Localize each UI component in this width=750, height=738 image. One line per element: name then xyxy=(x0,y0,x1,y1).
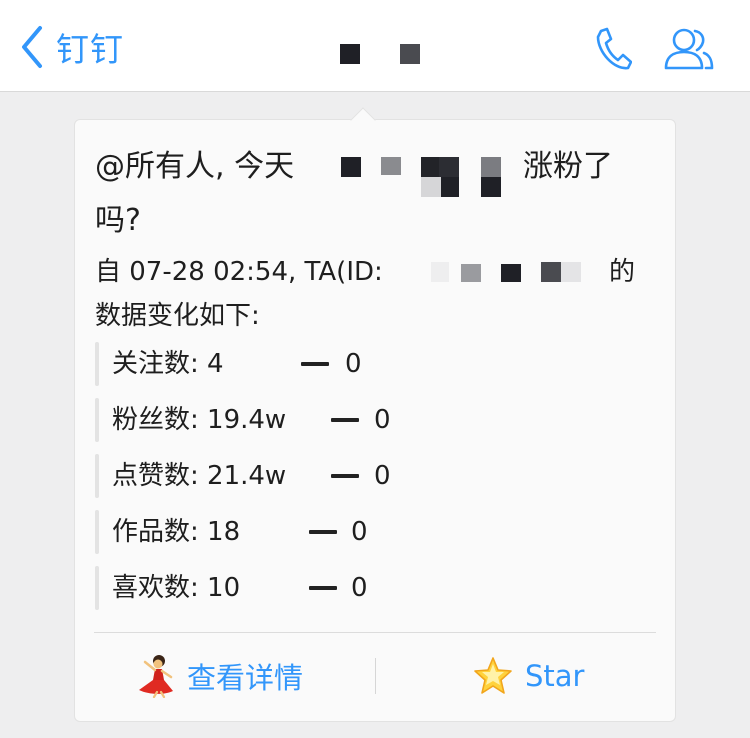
card-arrow xyxy=(350,107,376,133)
stat-label: 点赞数: 21.4w xyxy=(112,461,287,491)
stat-bar xyxy=(95,398,99,442)
back-label: 钉钉 xyxy=(56,30,124,69)
stat-bar xyxy=(95,342,99,386)
stat-row: 粉丝数: 19.4w 0 xyxy=(95,398,655,442)
stat-bar xyxy=(95,510,99,554)
nav-bar: 钉钉 xyxy=(0,0,750,92)
action-divider xyxy=(375,658,376,694)
chat-title-redacted xyxy=(340,44,420,64)
stat-row: 关注数: 4 0 xyxy=(95,342,655,386)
star-emoji-icon xyxy=(474,657,512,694)
sub-suffix: 的 xyxy=(609,257,636,287)
message-card: @所有人, 今天 涨粉了 吗? 自 07-28 02:54, TA(ID: 的 … xyxy=(74,107,676,722)
minus-icon xyxy=(309,530,337,534)
star-label: Star xyxy=(525,659,585,693)
stat-bar xyxy=(95,566,99,610)
minus-icon xyxy=(331,474,359,478)
headline-end: 涨粉了 xyxy=(523,149,613,184)
stat-label: 关注数: 4 xyxy=(112,349,224,379)
view-details-label: 查看详情 xyxy=(187,661,304,695)
minus-icon xyxy=(309,586,337,590)
card-divider xyxy=(94,632,656,633)
chevron-left-icon xyxy=(22,26,42,68)
sub-line-2: 数据变化如下: xyxy=(95,301,260,331)
headline-line2: 吗? xyxy=(95,203,141,238)
stat-row: 喜欢数: 10 0 xyxy=(95,566,655,610)
stat-change: 0 xyxy=(345,349,362,379)
back-button[interactable]: 钉钉 xyxy=(18,24,124,70)
contacts-icon[interactable] xyxy=(662,26,714,72)
view-details-button[interactable]: 查看详情 xyxy=(135,652,303,700)
sub-prefix: 自 07-28 02:54, TA(ID: xyxy=(95,257,383,287)
stat-change: 0 xyxy=(351,517,368,547)
minus-icon xyxy=(301,362,329,366)
stat-bar xyxy=(95,454,99,498)
headline-start: @所有人, 今天 xyxy=(95,149,295,184)
stat-label: 喜欢数: 10 xyxy=(112,573,241,603)
stat-label: 粉丝数: 19.4w xyxy=(112,405,287,435)
stat-change: 0 xyxy=(374,405,391,435)
stat-change: 0 xyxy=(374,461,391,491)
star-button[interactable]: Star xyxy=(473,652,584,700)
phone-icon[interactable] xyxy=(592,26,632,72)
stat-label: 作品数: 18 xyxy=(112,517,241,547)
stat-row: 点赞数: 21.4w 0 xyxy=(95,454,655,498)
minus-icon xyxy=(331,418,359,422)
stat-row: 作品数: 18 0 xyxy=(95,510,655,554)
dancer-emoji-icon xyxy=(139,655,173,698)
stat-change: 0 xyxy=(351,573,368,603)
